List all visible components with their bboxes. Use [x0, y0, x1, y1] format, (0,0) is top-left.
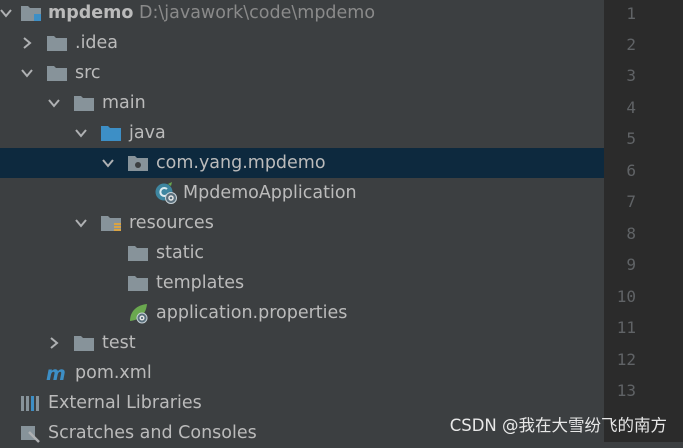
line-number: 13: [616, 381, 636, 400]
tree-label-external-libraries: External Libraries: [48, 393, 202, 413]
editor-line-gutter: 1 2 3 4 5 6 7 8 9 10 11 12 13: [604, 0, 683, 442]
spring-boot-class-icon: [154, 182, 177, 204]
tree-row-test[interactable]: test: [0, 328, 604, 358]
tree-row-main[interactable]: main: [0, 88, 604, 118]
spring-properties-icon: [127, 303, 149, 324]
folder-icon: [73, 333, 95, 353]
tree-row-app-class[interactable]: MpdemoApplication: [0, 178, 604, 208]
line-number: 10: [616, 287, 636, 306]
tree-label-pom: pom.xml: [75, 363, 152, 383]
resources-folder-icon: [100, 213, 122, 233]
chevron-down-icon[interactable]: [100, 155, 116, 171]
tree-row-idea[interactable]: .idea: [0, 28, 604, 58]
folder-icon: [127, 243, 149, 263]
tree-label-properties: application.properties: [156, 303, 348, 323]
chevron-right-icon[interactable]: [46, 335, 62, 351]
chevron-down-icon[interactable]: [46, 95, 62, 111]
package-icon: [127, 153, 149, 173]
tree-row-static[interactable]: static: [0, 238, 604, 268]
tree-label-main: main: [102, 93, 146, 113]
project-name: mpdemo: [48, 3, 134, 23]
tree-row-java[interactable]: java: [0, 118, 604, 148]
tree-row-templates[interactable]: templates: [0, 268, 604, 298]
tree-label-src: src: [75, 63, 101, 83]
line-number: 8: [626, 224, 636, 243]
chevron-down-icon[interactable]: [0, 5, 14, 21]
line-number: 12: [616, 350, 636, 369]
tree-label-test: test: [102, 333, 136, 353]
maven-icon: m: [45, 363, 67, 383]
tree-row-pom[interactable]: m pom.xml: [0, 358, 604, 388]
line-number: 1: [626, 4, 636, 23]
tree-label-templates: templates: [156, 273, 245, 293]
chevron-down-icon[interactable]: [19, 65, 35, 81]
line-number: 6: [626, 161, 636, 180]
tree-label-app-class: MpdemoApplication: [183, 183, 357, 203]
tree-row-package[interactable]: com.yang.mpdemo: [0, 148, 604, 178]
library-icon: [19, 393, 41, 413]
folder-icon: [46, 63, 68, 83]
tree-row-project-root[interactable]: mpdemo D:\javawork\code\mpdemo: [0, 0, 604, 28]
line-number: 9: [626, 255, 636, 274]
tree-label-scratches: Scratches and Consoles: [48, 423, 257, 443]
folder-icon: [73, 93, 95, 113]
tree-label-resources: resources: [129, 213, 214, 233]
folder-icon: [46, 33, 68, 53]
line-number: 7: [626, 192, 636, 211]
tree-label-static: static: [156, 243, 205, 263]
chevron-right-icon[interactable]: [19, 35, 35, 51]
tree-row-src[interactable]: src: [0, 58, 604, 88]
chevron-down-icon[interactable]: [73, 125, 89, 141]
line-number: 3: [626, 66, 636, 85]
project-path: D:\javawork\code\mpdemo: [139, 3, 376, 23]
line-number: 4: [626, 98, 636, 117]
module-folder-icon: [20, 3, 42, 23]
watermark: CSDN @我在大雪纷飞的南方: [449, 416, 667, 435]
tree-row-resources[interactable]: resources: [0, 208, 604, 238]
line-number: 5: [626, 129, 636, 148]
scratches-icon: [19, 423, 41, 443]
svg-text:m: m: [46, 363, 66, 383]
folder-icon: [127, 273, 149, 293]
source-folder-icon: [100, 123, 122, 143]
line-number: 2: [626, 35, 636, 54]
tree-label-package: com.yang.mpdemo: [156, 153, 326, 173]
tree-label-java: java: [129, 123, 166, 143]
chevron-down-icon[interactable]: [73, 215, 89, 231]
line-number: 11: [616, 318, 636, 337]
tree-label-idea: .idea: [75, 33, 119, 53]
project-tree[interactable]: mpdemo D:\javawork\code\mpdemo .idea src…: [0, 0, 604, 443]
tree-row-properties[interactable]: application.properties: [0, 298, 604, 328]
